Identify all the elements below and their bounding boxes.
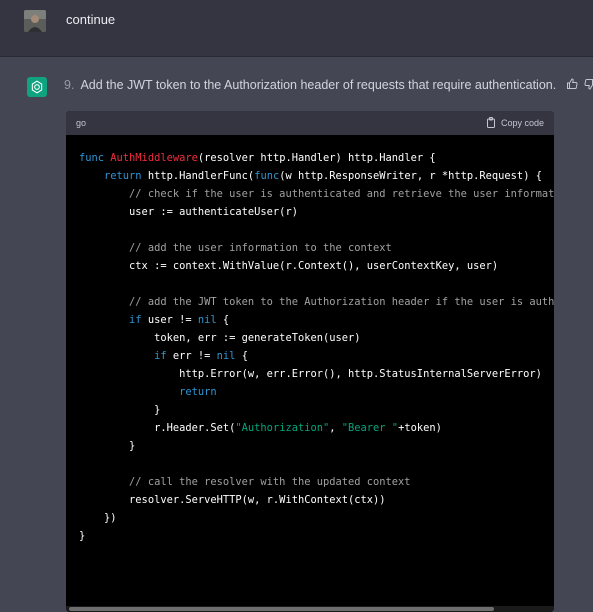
code-line: if err != nil { — [154, 350, 248, 362]
code-line: r.Header.Set("Authorization", "Bearer "+… — [79, 422, 442, 434]
user-avatar — [24, 10, 46, 32]
copy-code-button[interactable]: Copy code — [486, 116, 544, 130]
user-message-row: continue — [0, 0, 593, 57]
user-message-text: continue — [66, 12, 116, 27]
code-content: func AuthMiddleware(resolver http.Handle… — [66, 135, 554, 545]
code-line: return — [179, 386, 217, 398]
assistant-message-row: 9. Add the JWT token to the Authorization… — [0, 57, 593, 612]
code-line: if user != nil { — [129, 314, 230, 326]
step-number: 9. — [64, 78, 75, 92]
thumbs-down-icon[interactable] — [583, 77, 593, 91]
code-language-label: go — [76, 118, 87, 128]
code-line: http.Error(w, err.Error(), http.StatusIn… — [79, 368, 542, 380]
code-line: // add the JWT token to the Authorizatio… — [129, 296, 554, 308]
code-line: func AuthMiddleware(resolver http.Handle… — [79, 152, 436, 164]
code-line: // add the user information to the conte… — [129, 242, 392, 254]
clipboard-icon — [486, 116, 496, 130]
code-line: } — [79, 440, 136, 452]
code-line: } — [79, 404, 161, 416]
copy-code-label: Copy code — [500, 118, 544, 128]
code-line: }) — [79, 512, 117, 524]
code-line: // check if the user is authenticated an… — [129, 188, 554, 200]
code-line: } — [79, 530, 86, 542]
code-line: user := authenticateUser(r) — [79, 206, 298, 218]
code-block: go Copy code func AuthMiddleware(resolve… — [66, 111, 554, 612]
code-line: token, err := generateToken(user) — [79, 332, 361, 344]
thumbs-up-icon[interactable] — [565, 77, 579, 91]
code-body: func AuthMiddleware(resolver http.Handle… — [66, 135, 554, 612]
scrollbar-thumb[interactable] — [69, 607, 494, 611]
step-text: Add the JWT token to the Authorization h… — [80, 78, 557, 92]
code-line: // call the resolver with the updated co… — [129, 476, 411, 488]
code-line: ctx := context.WithValue(r.Context(), us… — [79, 260, 499, 272]
assistant-message-text: 9. Add the JWT token to the Authorization… — [64, 78, 556, 92]
code-line: return http.HandlerFunc(func(w http.Resp… — [104, 170, 542, 182]
openai-logo-icon — [27, 77, 47, 97]
horizontal-scrollbar[interactable] — [66, 606, 554, 612]
code-line: resolver.ServeHTTP(w, r.WithContext(ctx)… — [79, 494, 386, 506]
code-block-header: go Copy code — [66, 111, 554, 135]
